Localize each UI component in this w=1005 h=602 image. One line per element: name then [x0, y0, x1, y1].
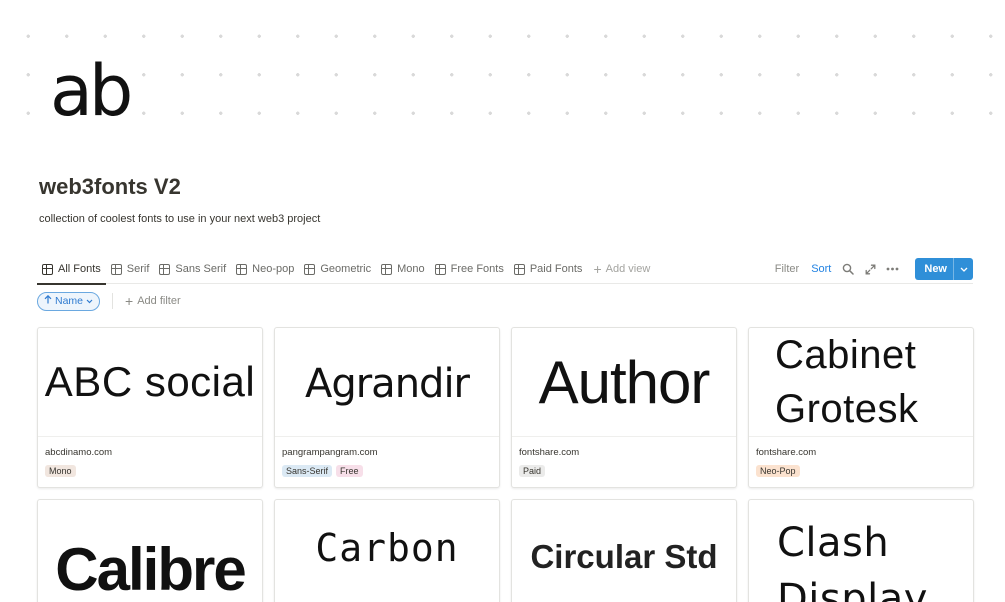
card-body: fontshare.com Neo-Pop: [749, 437, 973, 487]
card-body: pangrampangram.com Sans-Serif Free: [275, 437, 499, 487]
font-preview-text: Carbon: [315, 526, 459, 570]
card-body: fontshare.com Paid: [512, 437, 736, 487]
add-filter-label: Add filter: [137, 295, 181, 307]
sort-button[interactable]: Sort: [807, 263, 835, 275]
gallery-icon: [159, 263, 171, 275]
plus-icon: +: [593, 261, 602, 277]
tab-geometric[interactable]: Geometric: [299, 255, 376, 284]
tab-sans-serif[interactable]: Sans Serif: [154, 255, 231, 284]
card-tags: Paid: [519, 465, 729, 477]
card-url: fontshare.com: [519, 447, 580, 458]
filter-button[interactable]: Filter: [771, 263, 803, 275]
tag-neo-pop: Neo-Pop: [756, 465, 800, 477]
page-icon[interactable]: ab: [48, 46, 133, 136]
filter-row: Name + Add filter: [37, 291, 181, 311]
database-toolbar: Filter Sort New: [771, 255, 973, 284]
view-tabs-bar: All Fonts Serif Sans Serif Neo-pop Geome…: [37, 255, 973, 285]
gallery-icon: [513, 263, 525, 275]
card-preview: Clash Display: [749, 500, 973, 602]
tab-neo-pop[interactable]: Neo-pop: [231, 255, 299, 284]
new-button-group: New: [915, 258, 973, 280]
font-preview-text: ABC social: [44, 358, 256, 405]
tab-label: Sans Serif: [175, 263, 227, 275]
gallery-grid: ABC social abcdinamo.com Mono Agrandir p…: [37, 327, 974, 602]
card-preview: Circular Std: [512, 500, 736, 602]
add-view-button[interactable]: + Add view: [587, 262, 656, 276]
card-url: fontshare.com: [756, 447, 817, 458]
card-preview: Carbon: [275, 500, 499, 602]
card-tags: Sans-Serif Free: [282, 465, 492, 477]
new-button[interactable]: New: [915, 258, 953, 280]
tab-serif[interactable]: Serif: [106, 255, 155, 284]
font-preview-text: Agrandir: [304, 361, 470, 407]
gallery-icon: [236, 263, 248, 275]
gallery-icon: [304, 263, 316, 275]
card-preview: Agrandir: [275, 328, 499, 437]
gallery-card[interactable]: Agrandir pangrampangram.com Sans-Serif F…: [274, 327, 500, 488]
tab-label: Paid Fonts: [529, 263, 583, 275]
gallery-icon: [381, 263, 393, 275]
page-description: collection of coolest fonts to use in yo…: [39, 213, 321, 225]
tag-free: Free: [336, 465, 363, 477]
gallery-card[interactable]: Cabinet Grotesk fontshare.com Neo-Pop: [748, 327, 974, 488]
arrow-up-icon: [44, 294, 52, 307]
gallery-card[interactable]: Circular Std: [511, 499, 737, 602]
gallery-card[interactable]: Clash Display: [748, 499, 974, 602]
more-icon[interactable]: [883, 260, 901, 278]
font-preview-text: Clash Display: [777, 520, 928, 602]
tab-paid-fonts[interactable]: Paid Fonts: [509, 255, 588, 284]
card-preview: Cabinet Grotesk: [749, 328, 973, 437]
chevron-down-icon[interactable]: [953, 258, 973, 280]
gallery-icon: [434, 263, 446, 275]
tab-label: Neo-pop: [252, 263, 295, 275]
tab-label: All Fonts: [58, 263, 101, 275]
gallery-card[interactable]: Carbon: [274, 499, 500, 602]
page-cover: [0, 0, 1005, 150]
card-preview: ABC social: [38, 328, 262, 437]
tab-label: Serif: [126, 263, 150, 275]
tab-all-fonts[interactable]: All Fonts: [37, 255, 106, 285]
search-icon[interactable]: [839, 260, 857, 278]
card-tags: Mono: [45, 465, 255, 477]
tab-label: Mono: [397, 263, 425, 275]
tag-paid: Paid: [519, 465, 546, 477]
card-preview: Calibre: [38, 500, 262, 602]
font-preview-text: Circular Std: [530, 538, 718, 575]
card-url: pangrampangram.com: [282, 447, 378, 458]
divider: [112, 293, 114, 309]
add-filter-button[interactable]: + Add filter: [125, 294, 181, 308]
gallery-card[interactable]: Calibre: [37, 499, 263, 602]
tab-label: Geometric: [320, 263, 372, 275]
font-preview-text: Author: [538, 348, 711, 416]
chevron-down-icon: [86, 295, 93, 307]
card-preview: Author: [512, 328, 736, 437]
tab-label: Free Fonts: [450, 263, 504, 275]
font-preview-text: Cabinet Grotesk: [775, 333, 919, 431]
card-url: abcdinamo.com: [45, 447, 113, 458]
tag-mono: Mono: [45, 465, 76, 477]
tab-mono[interactable]: Mono: [376, 255, 430, 284]
add-view-label: Add view: [605, 263, 651, 275]
gallery-card[interactable]: Author fontshare.com Paid: [511, 327, 737, 488]
font-preview-text: Calibre: [55, 535, 246, 602]
gallery-card[interactable]: ABC social abcdinamo.com Mono: [37, 327, 263, 488]
sort-name-pill[interactable]: Name: [37, 291, 101, 311]
plus-icon: +: [125, 293, 134, 309]
gallery-icon: [110, 263, 122, 275]
card-tags: Neo-Pop: [756, 465, 966, 477]
tab-free-fonts[interactable]: Free Fonts: [430, 255, 509, 284]
card-body: abcdinamo.com Mono: [38, 437, 262, 487]
tag-sans-serif: Sans-Serif: [282, 465, 333, 477]
expand-icon[interactable]: [861, 260, 879, 278]
gallery-icon: [42, 263, 53, 275]
page-title: web3fonts V2: [39, 174, 181, 199]
sort-pill-label: Name: [55, 295, 84, 307]
